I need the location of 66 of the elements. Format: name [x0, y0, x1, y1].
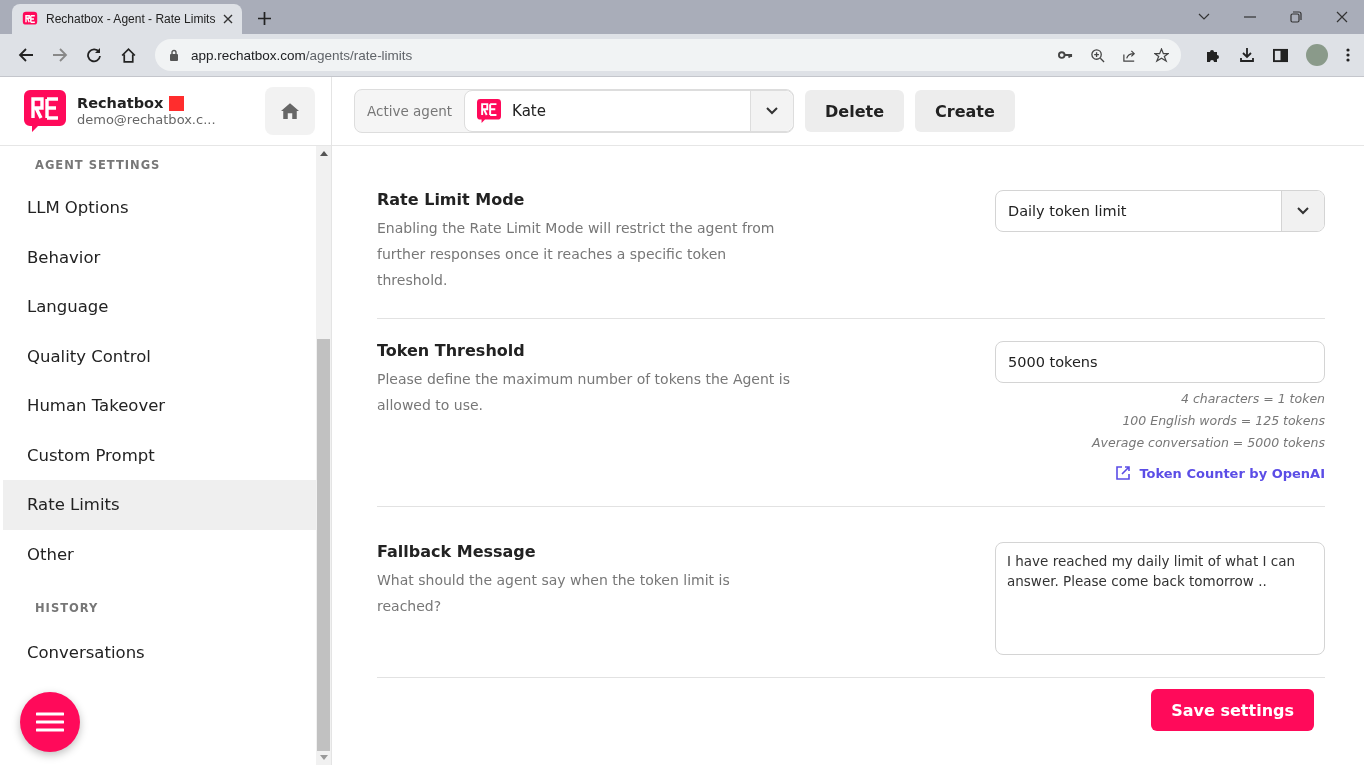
home-button[interactable]	[265, 87, 315, 135]
download-icon[interactable]	[1239, 47, 1255, 63]
side-panel-icon[interactable]	[1273, 47, 1288, 63]
setting-title: Rate Limit Mode	[377, 190, 526, 209]
home-icon	[281, 102, 299, 120]
menu-icon	[36, 712, 64, 732]
action-button[interactable]: Create	[915, 90, 1015, 132]
agent-dropdown[interactable]: Kate	[464, 90, 795, 132]
home-icon[interactable]	[120, 46, 137, 64]
new-tab-icon[interactable]	[258, 12, 271, 25]
caret-icon	[1297, 207, 1309, 215]
lock-icon	[169, 49, 179, 61]
sidebar-item[interactable]: Language	[3, 282, 316, 332]
chevron-down-icon[interactable]	[1198, 13, 1210, 21]
setting-description: What should the agent say when the token limit is reached?	[377, 571, 731, 616]
star-icon[interactable]	[1154, 47, 1169, 63]
active-agent-label: Active agent	[366, 103, 454, 119]
setting-description: Enabling the Rate Limit Mode will restrict the agent from further responses once it reaches a specific token threshold.	[377, 219, 776, 290]
hint-text: Average conversation = 5000 tokens	[1092, 434, 1325, 452]
back-arrow-icon[interactable]	[18, 47, 34, 63]
logo-icon	[477, 99, 502, 123]
setting-description: Please define the maximum number of tokens the Agent is allowed to use.	[377, 370, 791, 415]
setting-title: Fallback Message	[377, 542, 537, 561]
account-name: Rechatbox	[77, 95, 164, 111]
logo-icon	[22, 11, 38, 27]
puzzle-icon[interactable]	[1205, 47, 1221, 63]
close-icon[interactable]	[223, 14, 234, 24]
mode-dropdown[interactable]: Daily token limit	[995, 190, 1325, 232]
action-button[interactable]: Delete	[805, 90, 905, 132]
sidebar-item[interactable]: Behavior	[3, 232, 316, 282]
browser-tab[interactable]: Rechatbox - Agent - Rate Limits	[12, 4, 242, 34]
sidebar-item[interactable]: Human Takeover	[3, 381, 316, 431]
caret-icon	[766, 107, 779, 115]
save-button[interactable]: Save settings	[1151, 689, 1314, 731]
url-text: app.rechatbox.com/agents/rate-limits	[191, 47, 413, 63]
token-counter-link[interactable]: Token Counter by OpenAI	[1139, 465, 1325, 481]
section-heading: HISTORY	[34, 601, 100, 617]
reload-icon[interactable]	[86, 47, 102, 63]
key-icon[interactable]	[1058, 51, 1073, 59]
token-input-field[interactable]: 5000 tokens	[995, 341, 1325, 383]
external-link-icon	[1115, 465, 1132, 481]
sidebar-item[interactable]: Conversations	[3, 628, 316, 678]
close-icon[interactable]	[1336, 11, 1348, 23]
scrollbar[interactable]	[316, 146, 331, 765]
restore-icon[interactable]	[1290, 11, 1302, 23]
sidebar-item[interactable]: Other	[3, 529, 316, 579]
address-bar[interactable]: app.rechatbox.com/agents/rate-limits	[155, 39, 1181, 71]
hint-text: 100 English words = 125 tokens	[1122, 412, 1325, 430]
account-email: demo@rechatbox.c...	[77, 112, 217, 127]
sidebar-item[interactable]: Custom Prompt	[3, 430, 316, 480]
menu-icon[interactable]	[1346, 47, 1350, 63]
fallback-message-field[interactable]: I have reached my daily limit of what I can answer. Please come back tomorrow ..	[995, 542, 1325, 655]
scroll-up-icon[interactable]	[319, 151, 328, 156]
sidebar-item[interactable]: LLM Options	[3, 183, 316, 233]
scrollbar-thumb[interactable]	[317, 339, 330, 751]
tab-title: Rechatbox - Agent - Rate Limits	[46, 12, 216, 26]
menu-button[interactable]	[20, 692, 80, 752]
sidebar-item[interactable]: Rate Limits	[3, 480, 316, 530]
zoom-icon[interactable]	[1090, 47, 1105, 63]
logo-icon	[24, 90, 66, 132]
forward-arrow-icon[interactable]	[52, 47, 68, 63]
sidebar-item[interactable]: Quality Control	[3, 331, 316, 381]
hint-text: 4 characters = 1 token	[1180, 390, 1325, 408]
setting-title: Token Threshold	[377, 341, 526, 360]
status-square-icon	[169, 95, 185, 111]
section-heading: AGENT SETTINGS	[34, 158, 162, 174]
